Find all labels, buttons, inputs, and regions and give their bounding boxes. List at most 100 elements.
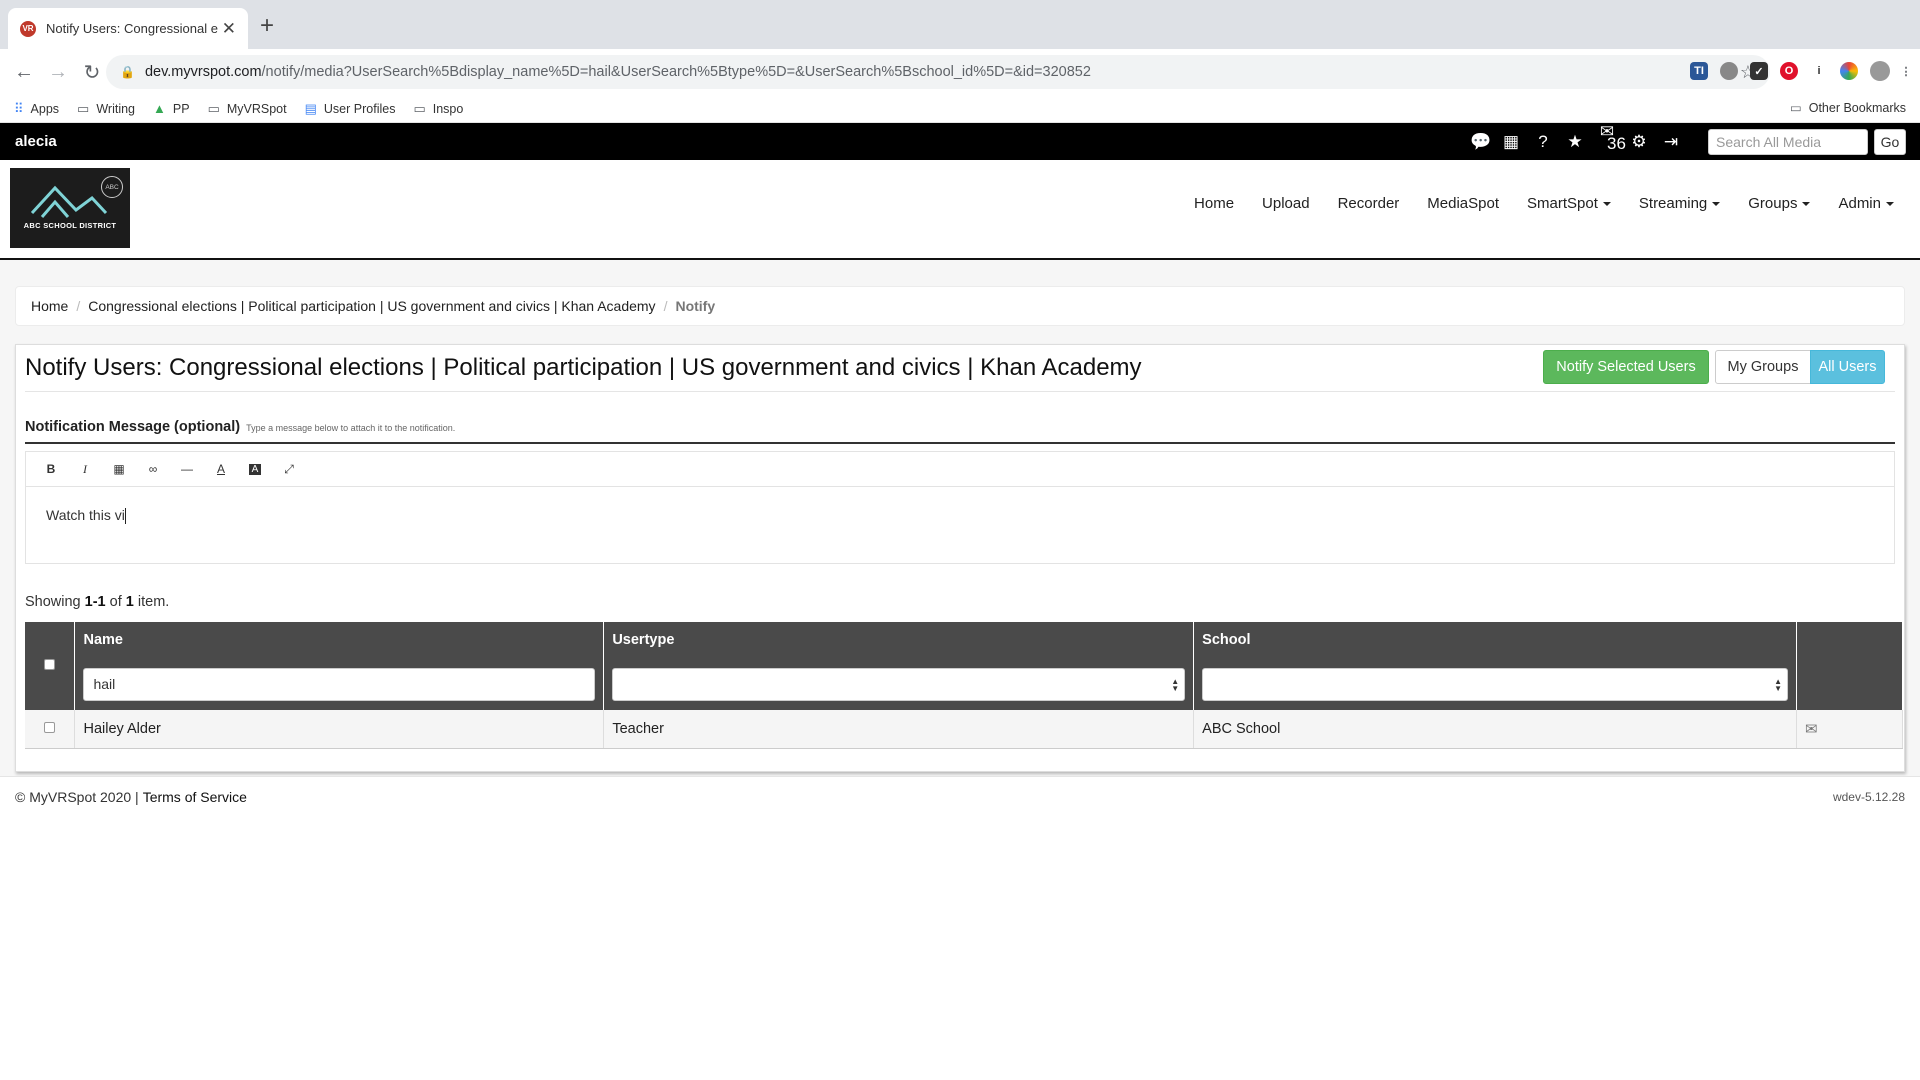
- site-header: ABC ABC SCHOOL DISTRICT Home Upload Reco…: [0, 160, 1920, 260]
- settings-gear-icon[interactable]: ⚙: [1630, 132, 1648, 152]
- nav-smartspot-dropdown[interactable]: SmartSpot: [1513, 195, 1625, 212]
- extensions-area: TI ✓ O i ⋮: [1690, 61, 1912, 81]
- table-row: Hailey Alder Teacher ABC School ✉: [25, 710, 1904, 749]
- school-filter-select[interactable]: ▲ ▼: [1202, 667, 1788, 701]
- reload-icon[interactable]: ↻: [78, 58, 106, 86]
- extension-ti-icon[interactable]: TI: [1690, 62, 1708, 80]
- cell-usertype: Teacher: [603, 710, 1195, 749]
- nav-home[interactable]: Home: [1180, 195, 1248, 212]
- close-tab-icon[interactable]: ✕: [222, 19, 236, 39]
- caret-down-icon: [1802, 202, 1811, 207]
- users-table: Name Usertype School hail ▲ ▼ ▲ ▼ Hailey A…: [25, 622, 1904, 749]
- bookmark-user-profiles[interactable]: ▤ User Profiles: [305, 101, 396, 117]
- nav-groups-dropdown[interactable]: Groups: [1734, 195, 1824, 212]
- extension-color-icon[interactable]: [1840, 62, 1858, 80]
- link-icon[interactable]: ∞: [136, 462, 170, 476]
- row-checkbox[interactable]: [44, 721, 56, 733]
- fullscreen-icon[interactable]: ⤢: [272, 462, 306, 477]
- usertype-filter-select[interactable]: ▲ ▼: [612, 667, 1186, 701]
- nav-upload[interactable]: Upload: [1248, 195, 1324, 212]
- extension-check-icon[interactable]: ✓: [1750, 62, 1768, 80]
- profile-avatar-icon[interactable]: [1870, 61, 1890, 81]
- terms-of-service-link[interactable]: Terms of Service: [143, 789, 247, 805]
- url-text[interactable]: dev.myvrspot.com/notify/media?UserSearch…: [145, 64, 1740, 80]
- nav-mediaspot[interactable]: MediaSpot: [1413, 195, 1513, 212]
- message-editor: B I ▦ ∞ — A A ⤢ Watch this vi: [25, 451, 1895, 564]
- nav-streaming-dropdown[interactable]: Streaming: [1625, 195, 1734, 212]
- message-textarea[interactable]: Watch this vi: [26, 487, 1894, 544]
- page-footer: © MyVRSpot 2020 | Terms of Service wdev-…: [0, 776, 1920, 816]
- extension-circle-icon[interactable]: [1720, 62, 1738, 80]
- bookmark-pp[interactable]: ▲ PP: [153, 101, 190, 116]
- envelope-icon[interactable]: ✉: [1805, 721, 1818, 738]
- comments-icon[interactable]: 💬: [1470, 132, 1491, 152]
- bookmarks-bar: ⠿ Apps ▭ Writing ▲ PP ▭ MyVRSpot ▤ User Profi…: [0, 95, 1920, 123]
- apps-grid-icon: ⠿: [14, 100, 24, 116]
- mail-count-badge: 36: [1607, 133, 1626, 153]
- bookmark-apps[interactable]: ⠿ Apps: [14, 101, 59, 117]
- column-header-name[interactable]: Name: [74, 622, 605, 658]
- bookmark-label: Apps: [30, 101, 60, 116]
- message-text: Watch this vi: [46, 507, 125, 523]
- name-filter-cell: hail: [74, 658, 605, 710]
- notify-selected-users-button[interactable]: Notify Selected Users: [1543, 350, 1709, 384]
- background-color-icon[interactable]: A: [249, 463, 261, 475]
- breadcrumb-media[interactable]: Congressional elections | Political part…: [88, 298, 655, 314]
- breadcrumb: Home / Congressional elections | Politic…: [15, 286, 1905, 326]
- select-all-checkbox[interactable]: [44, 659, 56, 670]
- new-tab-button[interactable]: +: [260, 12, 274, 40]
- extension-opera-icon[interactable]: O: [1780, 62, 1798, 80]
- bookmark-inspo[interactable]: ▭ Inspo: [413, 101, 463, 117]
- folder-icon: ▭: [413, 100, 426, 116]
- cell-actions: ✉: [1796, 710, 1904, 749]
- notify-panel: Notify Users: Congressional elections | …: [15, 344, 1905, 772]
- bookmark-writing[interactable]: ▭ Writing: [77, 101, 135, 117]
- select-arrows-icon: ▲ ▼: [1171, 676, 1180, 693]
- breadcrumb-home[interactable]: Home: [31, 298, 68, 314]
- italic-icon[interactable]: I: [68, 462, 102, 477]
- school-district-logo[interactable]: ABC ABC SCHOOL DISTRICT: [10, 168, 130, 248]
- logout-icon[interactable]: ⇥: [1662, 132, 1680, 152]
- search-go-button[interactable]: Go: [1874, 129, 1906, 155]
- all-users-button[interactable]: All Users: [1810, 350, 1885, 384]
- back-icon[interactable]: ←: [10, 58, 38, 86]
- message-hint: Type a message below to attach it to the…: [246, 423, 456, 433]
- nav-recorder[interactable]: Recorder: [1324, 195, 1414, 212]
- url-host: dev.myvrspot.com: [144, 64, 262, 80]
- bold-icon[interactable]: B: [34, 462, 68, 476]
- browser-tab[interactable]: VR Notify Users: Congressional el ✕: [8, 8, 248, 49]
- summary-range: 1-1: [84, 594, 106, 610]
- other-bookmarks-label: Other Bookmarks: [1808, 100, 1906, 115]
- horizontal-rule-icon[interactable]: —: [170, 462, 204, 476]
- address-bar[interactable]: 🔒 dev.myvrspot.com/notify/media?UserSear…: [106, 55, 1770, 89]
- text-cursor: [124, 508, 126, 525]
- column-header-actions: [1796, 622, 1904, 658]
- bookmark-myvrspot[interactable]: ▭ MyVRSpot: [208, 101, 287, 117]
- search-all-media-input[interactable]: Search All Media: [1708, 129, 1868, 155]
- forward-icon[interactable]: →: [44, 58, 72, 86]
- help-icon[interactable]: ?: [1534, 132, 1552, 152]
- nav-admin-label: Admin: [1838, 195, 1881, 212]
- star-icon[interactable]: ★: [1566, 132, 1584, 152]
- school-filter-cell: ▲ ▼: [1193, 658, 1797, 710]
- my-groups-button[interactable]: My Groups: [1715, 350, 1811, 384]
- font-color-icon[interactable]: A: [204, 462, 238, 476]
- nav-admin-dropdown[interactable]: Admin: [1824, 195, 1908, 212]
- column-header-usertype[interactable]: Usertype: [603, 622, 1195, 658]
- calendar-icon[interactable]: ▦: [1502, 132, 1520, 152]
- column-header-school[interactable]: School: [1193, 622, 1797, 658]
- folder-icon: ▭: [1789, 101, 1802, 115]
- other-bookmarks[interactable]: ▭ Other Bookmarks: [1789, 100, 1906, 116]
- name-filter-input[interactable]: hail: [83, 667, 596, 701]
- extension-info-icon[interactable]: i: [1810, 62, 1828, 80]
- bookmark-label: User Profiles: [323, 101, 396, 116]
- editor-toolbar: B I ▦ ∞ — A A ⤢: [26, 452, 1894, 487]
- cell-school: ABC School: [1193, 710, 1797, 749]
- panel-header: Notify Users: Congressional elections | …: [25, 345, 1895, 392]
- lock-icon: 🔒: [120, 65, 135, 79]
- table-icon[interactable]: ▦: [102, 462, 136, 476]
- select-arrows-icon: ▲ ▼: [1774, 676, 1782, 693]
- browser-menu-icon[interactable]: ⋮: [1901, 62, 1912, 80]
- mail-icon[interactable]: ✉36: [1598, 122, 1626, 162]
- username[interactable]: alecia: [15, 133, 57, 150]
